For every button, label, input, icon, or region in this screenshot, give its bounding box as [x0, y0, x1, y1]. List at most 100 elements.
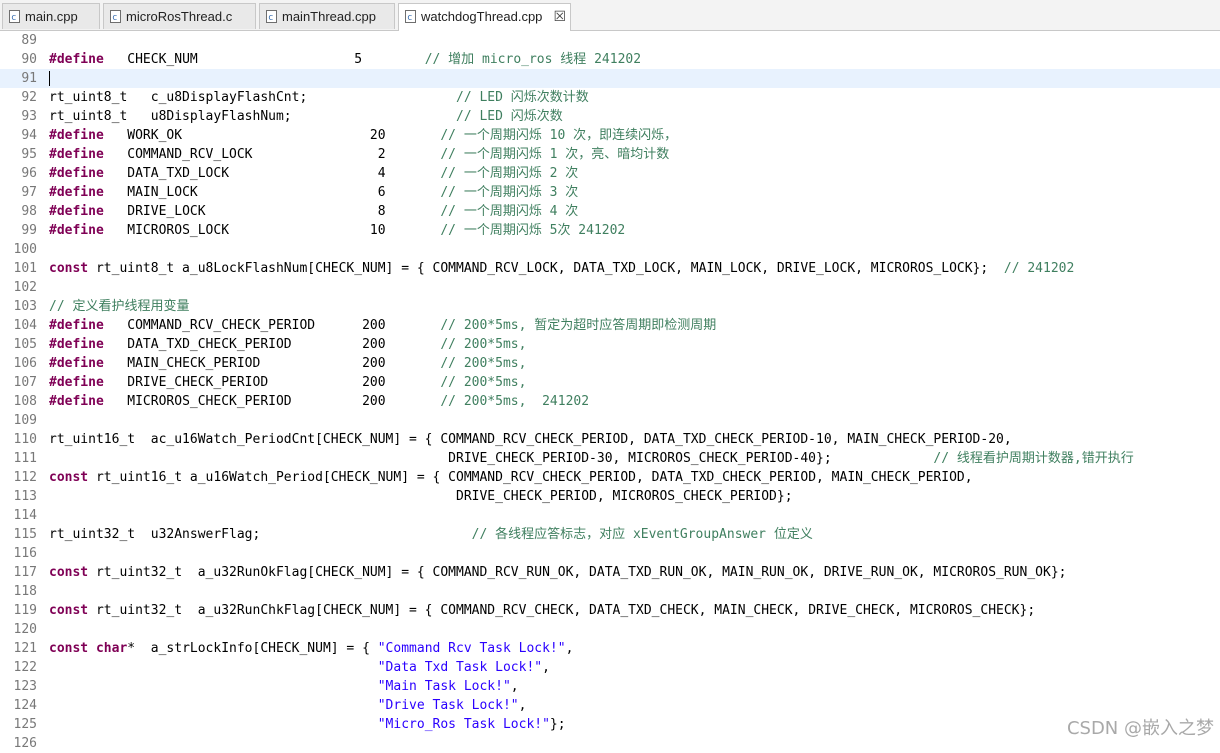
- keyword-token: #define: [49, 356, 104, 371]
- code-token: DATA_TXD_LOCK 4: [103, 166, 441, 181]
- code-line[interactable]: 120: [0, 620, 1220, 639]
- code-line[interactable]: 90 #define CHECK_NUM 5 // 增加 micro_ros 线程…: [0, 50, 1220, 69]
- code-line[interactable]: 98 #define DRIVE_LOCK 8 // 一个周期闪烁 4 次: [0, 202, 1220, 221]
- tab-label: watchdogThread.cpp: [421, 9, 543, 24]
- line-code: rt_uint32_t u32AnswerFlag; // 各线程应答标志，对应…: [49, 525, 813, 544]
- line-code: #define DATA_TXD_LOCK 4 // 一个周期闪烁 2 次: [49, 164, 578, 183]
- tab-microrosthread-c[interactable]: microRosThread.c: [103, 3, 256, 31]
- code-token: COMMAND_RCV_CHECK_PERIOD 200: [103, 318, 441, 333]
- code-line[interactable]: 110 rt_uint16_t ac_u16Watch_PeriodCnt[CHE…: [0, 430, 1220, 449]
- code-line[interactable]: 97 #define MAIN_LOCK 6 // 一个周期闪烁 3 次: [0, 183, 1220, 202]
- line-number: 122: [13, 660, 37, 675]
- string-token: "Command Rcv Task Lock!": [377, 641, 566, 656]
- line-number: 115: [13, 527, 37, 542]
- keyword-token: #define: [49, 128, 104, 143]
- code-line[interactable]: 105 #define DATA_TXD_CHECK_PERIOD 200 // …: [0, 335, 1220, 354]
- code-token: * a_strLockInfo[CHECK_NUM] = {: [127, 641, 378, 656]
- line-number: 107: [13, 375, 37, 390]
- code-line[interactable]: 106 #define MAIN_CHECK_PERIOD 200 // 200*…: [0, 354, 1220, 373]
- keyword-token: const: [49, 603, 89, 618]
- comment-token: // 增加 micro_ros 线程 241202: [424, 52, 642, 67]
- code-line[interactable]: 108 #define MICROROS_CHECK_PERIOD 200 // …: [0, 392, 1220, 411]
- code-line[interactable]: 91: [0, 69, 1220, 88]
- comment-token: // 一个周期闪烁 4 次: [440, 204, 579, 219]
- comment-token: // 241202: [1003, 261, 1075, 276]
- close-tab-icon[interactable]: ☒: [553, 4, 566, 30]
- code-token: DATA_TXD_CHECK_PERIOD 200: [103, 337, 441, 352]
- line-number: 92: [21, 90, 37, 105]
- line-number: 95: [21, 147, 37, 162]
- code-line[interactable]: 121 const char* a_strLockInfo[CHECK_NUM] …: [0, 639, 1220, 658]
- code-token: ,: [518, 698, 527, 713]
- code-line[interactable]: 102: [0, 278, 1220, 297]
- code-token: MICROROS_LOCK 10: [103, 223, 441, 238]
- code-line[interactable]: 117 const rt_uint32_t a_u32RunOkFlag[CHEC…: [0, 563, 1220, 582]
- line-code: #define DATA_TXD_CHECK_PERIOD 200 // 200…: [49, 335, 526, 354]
- code-line[interactable]: 111 DRIVE_CHECK_PERIOD-30, MICROROS_CHEC…: [0, 449, 1220, 468]
- line-number: 124: [13, 698, 37, 713]
- code-line[interactable]: 109: [0, 411, 1220, 430]
- line-code: "Drive Task Lock!",: [49, 696, 527, 715]
- keyword-token: const: [49, 261, 89, 276]
- code-line[interactable]: 99 #define MICROROS_LOCK 10 // 一个周期闪烁 5次 …: [0, 221, 1220, 240]
- code-line[interactable]: 89: [0, 31, 1220, 50]
- code-token: ,: [510, 679, 519, 694]
- line-number: 112: [13, 470, 37, 485]
- line-number: 89: [21, 33, 37, 48]
- code-token: rt_uint16_t a_u16Watch_Period[CHECK_NUM]…: [88, 470, 973, 485]
- line-number: 113: [13, 489, 37, 504]
- code-line[interactable]: 122 "Data Txd Task Lock!",: [0, 658, 1220, 677]
- code-token: DRIVE_CHECK_PERIOD-30, MICROROS_CHECK_PE…: [49, 451, 934, 466]
- tab-label: mainThread.cpp: [282, 9, 376, 24]
- code-line[interactable]: 116: [0, 544, 1220, 563]
- code-line[interactable]: 103 // 定义看护线程用变量: [0, 297, 1220, 316]
- line-number: 104: [13, 318, 37, 333]
- c-file-icon: [266, 5, 277, 31]
- code-line[interactable]: 115 rt_uint32_t u32AnswerFlag; // 各线程应答标志…: [0, 525, 1220, 544]
- line-code: const rt_uint16_t a_u16Watch_Period[CHEC…: [49, 468, 973, 487]
- code-line[interactable]: 126: [0, 734, 1220, 753]
- line-number: 102: [13, 280, 37, 295]
- c-file-icon: [9, 5, 20, 31]
- code-line[interactable]: 95 #define COMMAND_RCV_LOCK 2 // 一个周期闪烁 1…: [0, 145, 1220, 164]
- line-number: 120: [13, 622, 37, 637]
- line-code: #define COMMAND_RCV_LOCK 2 // 一个周期闪烁 1 次…: [49, 145, 669, 164]
- tab-mainthread-cpp[interactable]: mainThread.cpp: [259, 3, 395, 31]
- code-line[interactable]: 118: [0, 582, 1220, 601]
- code-line[interactable]: 113 DRIVE_CHECK_PERIOD, MICROROS_CHECK_P…: [0, 487, 1220, 506]
- comment-token: // 200*5ms,: [440, 356, 527, 371]
- code-line[interactable]: 93 rt_uint8_t u8DisplayFlashNum; // LED 闪…: [0, 107, 1220, 126]
- code-token: rt_uint8_t u8DisplayFlashNum;: [49, 109, 456, 124]
- code-line[interactable]: 92 rt_uint8_t c_u8DisplayFlashCnt; // LED…: [0, 88, 1220, 107]
- code-line[interactable]: 125 "Micro_Ros Task Lock!"};: [0, 715, 1220, 734]
- code-line[interactable]: 101 const rt_uint8_t a_u8LockFlashNum[CHE…: [0, 259, 1220, 278]
- text-cursor: [49, 71, 50, 86]
- comment-token: // 一个周期闪烁 3 次: [440, 185, 579, 200]
- editor-tab-bar: main.cpp microRosThread.c mainThread.cpp…: [0, 0, 1220, 31]
- code-line[interactable]: 114: [0, 506, 1220, 525]
- code-line[interactable]: 119 const rt_uint32_t a_u32RunChkFlag[CHE…: [0, 601, 1220, 620]
- line-code: rt_uint8_t u8DisplayFlashNum; // LED 闪烁次…: [49, 107, 563, 126]
- code-line[interactable]: 104 #define COMMAND_RCV_CHECK_PERIOD 200 …: [0, 316, 1220, 335]
- code-line[interactable]: 96 #define DATA_TXD_LOCK 4 // 一个周期闪烁 2 次: [0, 164, 1220, 183]
- line-number: 121: [13, 641, 37, 656]
- code-line[interactable]: 124 "Drive Task Lock!",: [0, 696, 1220, 715]
- code-line[interactable]: 123 "Main Task Lock!",: [0, 677, 1220, 696]
- code-line[interactable]: 112 const rt_uint16_t a_u16Watch_Period[C…: [0, 468, 1220, 487]
- line-code: #define WORK_OK 20 // 一个周期闪烁 10 次，即连续闪烁，: [49, 126, 677, 145]
- code-token: WORK_OK 20: [103, 128, 441, 143]
- tab-watchdogthread-cpp[interactable]: watchdogThread.cpp ☒: [398, 3, 571, 31]
- code-line[interactable]: 94 #define WORK_OK 20 // 一个周期闪烁 10 次，即连续闪…: [0, 126, 1220, 145]
- code-line[interactable]: 107 #define DRIVE_CHECK_PERIOD 200 // 200…: [0, 373, 1220, 392]
- code-token: CHECK_NUM 5: [103, 52, 425, 67]
- c-file-icon: [110, 5, 121, 31]
- code-line[interactable]: 100: [0, 240, 1220, 259]
- csdn-watermark: CSDN @嵌入之梦: [1066, 718, 1214, 739]
- tab-main-cpp[interactable]: main.cpp: [2, 3, 100, 31]
- line-number: 106: [13, 356, 37, 371]
- code-token: MAIN_CHECK_PERIOD 200: [103, 356, 441, 371]
- line-number: 123: [13, 679, 37, 694]
- line-number: 99: [21, 223, 37, 238]
- code-editor[interactable]: 89 90 #define CHECK_NUM 5 // 增加 micro_ros …: [0, 31, 1220, 751]
